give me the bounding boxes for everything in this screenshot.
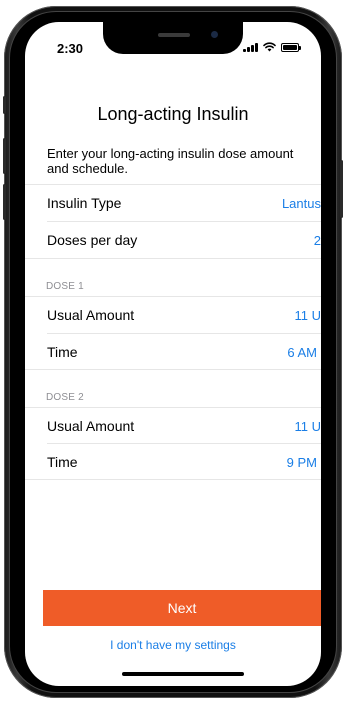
next-button[interactable]: Next	[43, 590, 321, 626]
front-camera	[211, 31, 218, 38]
screen: 2:30 Long-acting Insulin Enter your long…	[25, 22, 321, 686]
dose-1-amount-row[interactable]: Usual Amount 11 U	[47, 297, 321, 333]
page-subtitle: Enter your long-acting insulin dose amou…	[47, 146, 294, 176]
dose-2-amount-value: 11 U	[294, 418, 322, 434]
insulin-type-row[interactable]: Insulin Type Lantus	[47, 185, 321, 221]
insulin-type-value: Lantus	[281, 195, 321, 211]
mute-switch	[3, 96, 6, 114]
home-indicator[interactable]	[122, 672, 244, 676]
doses-per-day-row[interactable]: Doses per day 2	[47, 222, 321, 258]
dose-2-time-row[interactable]: Time 9 PM	[47, 444, 321, 480]
dose-1-amount-value: 11 U	[294, 307, 322, 323]
notch	[103, 22, 243, 54]
status-icons	[243, 42, 301, 52]
doses-per-day-value: 2	[313, 232, 321, 248]
power-button	[340, 160, 343, 218]
volume-up-button	[3, 138, 6, 174]
dose-1-amount-label: Usual Amount	[47, 307, 135, 323]
dose-1-time-row[interactable]: Time 6 AM	[47, 334, 321, 370]
doses-per-day-label: Doses per day	[47, 232, 138, 248]
insulin-type-label: Insulin Type	[47, 195, 122, 211]
dose-2-time-value: 9 PM	[286, 454, 317, 470]
divider	[25, 479, 321, 480]
status-time: 2:30	[57, 41, 84, 56]
dose-1-time-label: Time	[47, 344, 78, 360]
divider	[25, 369, 321, 370]
wifi-icon	[263, 42, 276, 52]
dose-2-amount-row[interactable]: Usual Amount 11 U	[47, 408, 321, 444]
battery-icon	[281, 43, 301, 52]
no-settings-link[interactable]: I don't have my settings	[25, 638, 321, 652]
dose-2-time-label: Time	[47, 454, 78, 470]
dose-2-amount-label: Usual Amount	[47, 418, 135, 434]
dose-1-time-value: 6 AM	[287, 344, 317, 360]
signal-icon	[243, 42, 258, 52]
speaker-grille	[158, 33, 190, 37]
divider	[25, 258, 321, 259]
volume-down-button	[3, 184, 6, 220]
page-title: Long-acting Insulin	[97, 104, 249, 124]
dose-1-header: DOSE 1	[46, 281, 84, 292]
dose-2-header: DOSE 2	[46, 392, 84, 403]
